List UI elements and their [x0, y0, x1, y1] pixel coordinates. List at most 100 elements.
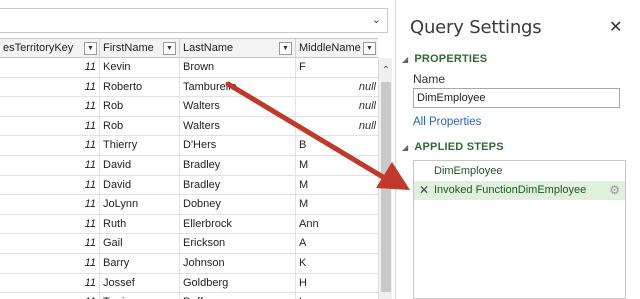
scrollbar-thumb[interactable]	[381, 82, 391, 292]
cell-lastname[interactable]: Bradley	[180, 155, 296, 175]
cell-lastname[interactable]: Tamburello	[180, 77, 296, 97]
table-row[interactable]: 11 Kevin Brown F	[0, 58, 378, 78]
collapse-triangle-icon[interactable]: ◢	[402, 55, 408, 64]
applied-steps-list: DimEmployee ✕ Invoked FunctionDimEmploye…	[413, 160, 626, 299]
table-row[interactable]: 11 Jossef Goldberg H	[0, 273, 378, 294]
cell-territory[interactable]: 11	[0, 273, 100, 293]
cell-lastname[interactable]: Bradley	[180, 175, 296, 195]
cell-territory[interactable]: 11	[0, 136, 100, 156]
cell-territory[interactable]: 11	[0, 234, 100, 254]
cell-lastname[interactable]: Ellerbrock	[180, 214, 296, 234]
x-icon[interactable]: ✕	[419, 181, 429, 200]
table-row[interactable]: 11 Thierry D'Hers B	[0, 136, 378, 156]
chevron-down-icon[interactable]: ⌄	[372, 13, 381, 26]
column-header-label: LastName	[183, 42, 234, 54]
all-properties-link[interactable]: All Properties	[413, 116, 481, 128]
cell-firstname[interactable]: Ruth	[100, 214, 180, 234]
step-item-dimemployee[interactable]: DimEmployee	[414, 162, 625, 181]
cell-lastname[interactable]: Erickson	[180, 234, 296, 254]
panel-title: Query Settings	[410, 17, 542, 38]
properties-section-header[interactable]: ◢ PROPERTIES	[402, 53, 487, 65]
vertical-scrollbar[interactable]: ⌃	[378, 58, 392, 299]
column-header-firstname[interactable]: FirstName ▼	[100, 39, 180, 59]
name-label: Name	[413, 72, 446, 86]
table-row[interactable]: 11 Rob Walters null	[0, 97, 378, 117]
column-header-territory[interactable]: esTerritoryKey ▼	[0, 39, 100, 59]
cell-middlename[interactable]: M	[296, 176, 378, 195]
cell-firstname[interactable]: Rob	[100, 116, 180, 136]
column-header-middlename[interactable]: MiddleName ▼	[296, 39, 378, 59]
applied-steps-section-header[interactable]: ◢ APPLIED STEPS	[402, 141, 504, 153]
cell-lastname[interactable]: Johnson	[180, 253, 296, 273]
gear-icon[interactable]: ⚙	[609, 181, 620, 200]
step-label: DimEmployee	[434, 165, 503, 177]
cell-lastname[interactable]: Walters	[180, 116, 296, 136]
data-grid: esTerritoryKey ▼ FirstName ▼ LastName ▼ …	[0, 38, 378, 299]
cell-middlename[interactable]: Lee	[296, 293, 378, 299]
cell-firstname[interactable]: Gail	[100, 234, 180, 254]
table-row[interactable]: 11 Roberto Tamburello null	[0, 77, 378, 98]
cell-territory[interactable]: 11	[0, 58, 100, 77]
cell-firstname[interactable]: Jossef	[100, 273, 180, 293]
cell-lastname[interactable]: Duffy	[180, 293, 296, 299]
cell-firstname[interactable]: JoLynn	[100, 195, 180, 215]
close-icon[interactable]: ✕	[609, 20, 622, 36]
cell-territory[interactable]: 11	[0, 214, 100, 234]
cell-middlename[interactable]: Ann	[296, 215, 378, 234]
table-row[interactable]: 11 David Bradley M	[0, 155, 378, 176]
cell-territory[interactable]: 11	[0, 293, 100, 299]
cell-firstname[interactable]: Kevin	[100, 58, 180, 77]
cell-firstname[interactable]: Rob	[100, 97, 180, 117]
table-row[interactable]: 11 Ruth Ellerbrock Ann	[0, 214, 378, 235]
cell-territory[interactable]: 11	[0, 77, 100, 97]
name-field[interactable]: DimEmployee	[413, 88, 620, 108]
filter-dropdown-icon[interactable]: ▼	[163, 42, 176, 55]
cell-territory[interactable]: 11	[0, 175, 100, 195]
cell-territory[interactable]: 11	[0, 116, 100, 136]
filter-dropdown-icon[interactable]: ▼	[84, 42, 97, 55]
cell-firstname[interactable]: Barry	[100, 253, 180, 273]
cell-middlename[interactable]: M	[296, 156, 378, 175]
properties-heading: PROPERTIES	[414, 53, 488, 65]
column-header-label: FirstName	[103, 42, 154, 54]
table-row[interactable]: 11 Gail Erickson A	[0, 234, 378, 254]
cell-firstname[interactable]: David	[100, 155, 180, 175]
chevron-up-icon[interactable]: ⌃	[380, 66, 392, 76]
table-row[interactable]: 11 Barry Johnson K	[0, 253, 378, 274]
cell-lastname[interactable]: Brown	[180, 58, 296, 77]
cell-territory[interactable]: 11	[0, 253, 100, 273]
column-header-label: MiddleName	[299, 42, 361, 54]
table-row[interactable]: 11 David Bradley M	[0, 175, 378, 196]
cell-middlename[interactable]: K	[296, 254, 378, 273]
cell-lastname[interactable]: D'Hers	[180, 136, 296, 156]
step-item-invoked-function[interactable]: ✕ Invoked FunctionDimEmployee ⚙	[414, 181, 625, 200]
cell-firstname[interactable]: David	[100, 175, 180, 195]
cell-firstname[interactable]: Thierry	[100, 136, 180, 156]
cell-middlename[interactable]: A	[296, 234, 378, 253]
grid-header: esTerritoryKey ▼ FirstName ▼ LastName ▼ …	[0, 38, 378, 59]
grid-rows: 11 Kevin Brown F 11 Roberto Tamburello null 11 Ro…	[0, 58, 378, 299]
cell-middlename[interactable]: null	[296, 78, 378, 97]
cell-middlename[interactable]: H	[296, 274, 378, 293]
cell-middlename[interactable]: M	[296, 195, 378, 214]
cell-lastname[interactable]: Goldberg	[180, 273, 296, 293]
cell-firstname[interactable]: Terri	[100, 293, 180, 299]
cell-middlename[interactable]: B	[296, 136, 378, 155]
table-row[interactable]: 11 JoLynn Dobney M	[0, 195, 378, 215]
cell-lastname[interactable]: Dobney	[180, 195, 296, 215]
cell-lastname[interactable]: Walters	[180, 97, 296, 117]
cell-firstname[interactable]: Roberto	[100, 77, 180, 97]
table-row[interactable]: 11 Rob Walters null	[0, 116, 378, 137]
cell-middlename[interactable]: null	[296, 117, 378, 136]
collapse-triangle-icon[interactable]: ◢	[402, 143, 408, 152]
column-header-lastname[interactable]: LastName ▼	[180, 39, 296, 59]
cell-middlename[interactable]: null	[296, 97, 378, 116]
formula-bar[interactable]: ⌄	[0, 8, 388, 33]
cell-territory[interactable]: 11	[0, 97, 100, 117]
filter-dropdown-icon[interactable]: ▼	[279, 42, 292, 55]
cell-territory[interactable]: 11	[0, 195, 100, 215]
filter-dropdown-icon[interactable]: ▼	[363, 42, 376, 55]
cell-territory[interactable]: 11	[0, 155, 100, 175]
table-row[interactable]: 11TerriDuffyLee	[0, 293, 378, 299]
cell-middlename[interactable]: F	[296, 58, 378, 77]
